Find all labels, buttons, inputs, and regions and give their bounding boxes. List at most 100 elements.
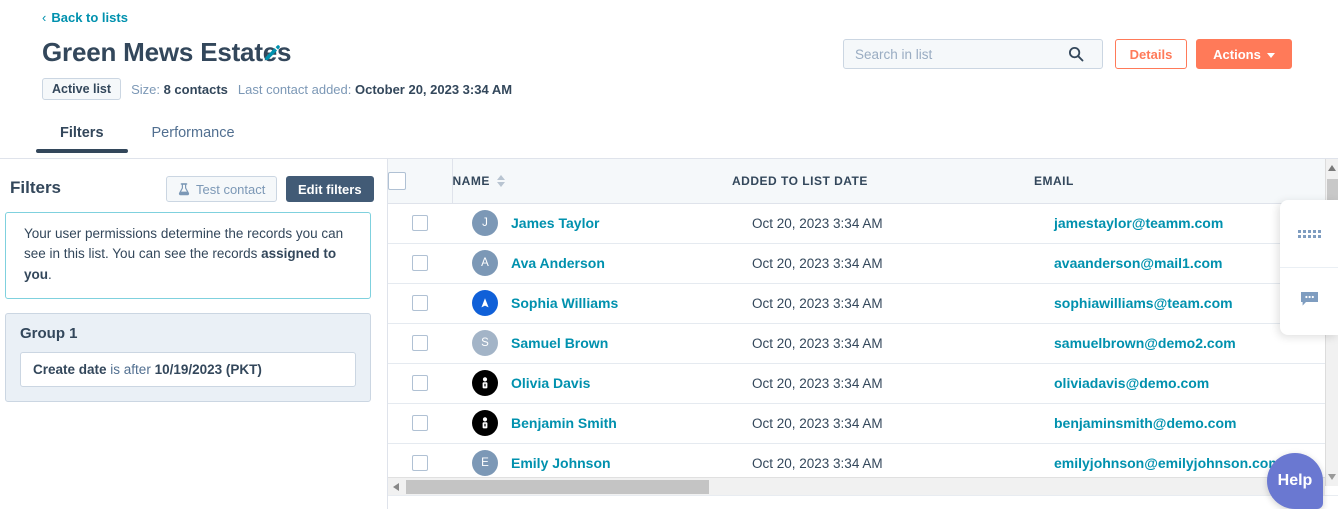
contact-name-link[interactable]: Olivia Davis	[511, 375, 590, 391]
table-header-row: NAME ADDED TO LIST DATE EMAIL	[388, 159, 1338, 203]
permissions-notice: Your user permissions determine the reco…	[5, 212, 371, 299]
edit-pencil-icon[interactable]	[262, 43, 282, 63]
table-row[interactable]: Benjamin SmithOct 20, 2023 3:34 AMbenjam…	[388, 403, 1338, 443]
name-cell: S Samuel Brown	[452, 323, 732, 363]
list-size-label: Size:	[131, 82, 160, 97]
flask-icon	[178, 183, 190, 196]
row-checkbox[interactable]	[412, 335, 428, 351]
table-row[interactable]: AAva AndersonOct 20, 2023 3:34 AMavaande…	[388, 243, 1338, 283]
list-meta-row: Active list Size: 8 contacts Last contac…	[42, 78, 512, 100]
contact-email-link[interactable]: sophiawilliams@team.com	[1054, 295, 1233, 311]
page-title: Green Mews Estates	[42, 37, 291, 68]
last-contact-value: October 20, 2023 3:34 AM	[355, 82, 512, 97]
search-icon[interactable]	[1068, 46, 1084, 62]
test-contact-button[interactable]: Test contact	[166, 176, 277, 202]
table-row[interactable]: Sophia Williams Oct 20, 2023 3:34 AM sophi…	[388, 283, 1338, 323]
contact-name-link[interactable]: Sophia Williams	[511, 295, 618, 311]
row-checkbox[interactable]	[412, 375, 428, 391]
row-select-cell	[388, 243, 452, 283]
help-button[interactable]: Help	[1267, 453, 1323, 509]
edit-filters-button[interactable]: Edit filters	[286, 176, 374, 202]
contact-email-link[interactable]: avaanderson@mail1.com	[1054, 255, 1223, 271]
filter-group-1: Group 1 Create date is after 10/19/2023 …	[5, 313, 371, 402]
row-select-cell	[388, 203, 452, 243]
table-row[interactable]: J James Taylor Oct 20, 2023 3:34 AM jamesta…	[388, 203, 1338, 243]
email-cell: benjaminsmith@demo.com	[1034, 403, 1338, 443]
column-header-date-label: ADDED TO LIST DATE	[732, 174, 868, 188]
contacts-table-head: NAME ADDED TO LIST DATE EMAIL	[388, 159, 1338, 203]
contact-email-link[interactable]: emilyjohnson@emilyjohnson.com	[1054, 455, 1281, 471]
filter-operator: is after	[107, 362, 155, 377]
table-horizontal-scrollbar[interactable]	[388, 477, 1325, 495]
contact-name-link[interactable]: Emily Johnson	[511, 455, 611, 471]
column-header-email-label: EMAIL	[1034, 174, 1074, 188]
added-to-list-date-cell: Oct 20, 2023 3:34 AM	[732, 283, 1034, 323]
row-select-cell	[388, 323, 452, 363]
permissions-text-part2: .	[48, 267, 52, 282]
row-select-cell	[388, 283, 452, 323]
filter-criterion-create-date[interactable]: Create date is after 10/19/2023 (PKT)	[20, 352, 356, 387]
row-checkbox[interactable]	[412, 455, 428, 471]
last-contact-added: Last contact added: October 20, 2023 3:3…	[238, 82, 512, 97]
added-to-list-date-cell: Oct 20, 2023 3:34 AM	[732, 203, 1034, 243]
table-row[interactable]: S Samuel Brown Oct 20, 2023 3:34 AM samuelb…	[388, 323, 1338, 363]
status-badge: Active list	[42, 78, 121, 100]
added-to-list-date-cell: Oct 20, 2023 3:34 AM	[732, 323, 1034, 363]
grid-dots-icon	[1298, 230, 1321, 238]
scroll-left-arrow-icon[interactable]	[393, 483, 399, 491]
scroll-up-arrow-icon[interactable]	[1328, 165, 1336, 171]
name-cell: Benjamin Smith	[452, 403, 732, 443]
search-input[interactable]	[853, 41, 1068, 67]
table-row[interactable]: Olivia DavisOct 20, 2023 3:34 AMoliviada…	[388, 363, 1338, 403]
list-size: Size: 8 contacts	[131, 82, 228, 97]
back-to-lists-link[interactable]: ‹ Back to lists	[42, 10, 128, 25]
chevron-left-icon: ‹	[42, 11, 46, 24]
last-contact-label: Last contact added:	[238, 82, 351, 97]
actions-button-label: Actions	[1213, 47, 1261, 62]
tab-filters[interactable]: Filters	[36, 119, 128, 153]
column-header-added-to-list-date[interactable]: ADDED TO LIST DATE	[732, 159, 1034, 203]
contact-email-link[interactable]: oliviadavis@demo.com	[1054, 375, 1209, 391]
contact-name-link[interactable]: Ava Anderson	[511, 255, 605, 271]
email-cell: oliviadavis@demo.com	[1034, 363, 1338, 403]
contacts-table-body: J James Taylor Oct 20, 2023 3:34 AM jamesta…	[388, 203, 1338, 483]
avatar-company-logo	[472, 410, 498, 436]
row-checkbox[interactable]	[412, 295, 428, 311]
avatar: J	[472, 210, 498, 236]
contact-name-link[interactable]: James Taylor	[511, 215, 599, 231]
list-page: ‹ Back to lists Green Mews Estates Activ…	[0, 0, 1338, 509]
avatar-company-logo	[472, 370, 498, 396]
filter-group-title: Group 1	[20, 325, 356, 342]
sort-arrows-name-icon[interactable]	[497, 175, 505, 187]
row-checkbox[interactable]	[412, 215, 428, 231]
actions-button[interactable]: Actions	[1196, 39, 1292, 69]
apps-grid-button[interactable]	[1280, 200, 1338, 267]
filters-heading: Filters	[10, 178, 61, 198]
contact-name-link[interactable]: Samuel Brown	[511, 335, 608, 351]
avatar: A	[472, 250, 498, 276]
select-all-checkbox[interactable]	[388, 172, 406, 190]
contact-email-link[interactable]: jamestaylor@teamm.com	[1054, 215, 1223, 231]
floating-side-panel	[1280, 200, 1338, 335]
contact-name-link[interactable]: Benjamin Smith	[511, 415, 617, 431]
search-in-list-box[interactable]	[843, 39, 1103, 69]
contacts-table-wrapper: NAME ADDED TO LIST DATE EMAIL	[388, 159, 1338, 509]
column-header-name[interactable]: NAME	[452, 159, 732, 203]
contact-email-link[interactable]: benjaminsmith@demo.com	[1054, 415, 1236, 431]
column-header-email[interactable]: EMAIL	[1034, 159, 1338, 203]
contact-email-link[interactable]: samuelbrown@demo2.com	[1054, 335, 1236, 351]
row-checkbox[interactable]	[412, 255, 428, 271]
name-cell: Olivia Davis	[452, 363, 732, 403]
list-size-value: 8 contacts	[164, 82, 228, 97]
chat-button[interactable]	[1280, 267, 1338, 335]
chevron-down-icon	[1267, 53, 1275, 58]
tab-performance[interactable]: Performance	[128, 119, 259, 153]
tab-bar: Filters Performance	[36, 119, 259, 153]
name-cell: J James Taylor	[452, 203, 732, 243]
horizontal-scroll-thumb[interactable]	[406, 480, 709, 494]
scroll-down-arrow-icon[interactable]	[1328, 474, 1336, 480]
test-contact-label: Test contact	[196, 182, 265, 197]
row-checkbox[interactable]	[412, 415, 428, 431]
avatar: S	[472, 330, 498, 356]
details-button[interactable]: Details	[1115, 39, 1187, 69]
